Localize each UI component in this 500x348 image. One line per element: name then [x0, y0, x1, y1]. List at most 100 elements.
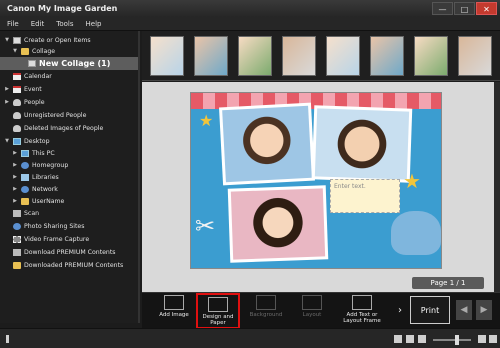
zoom-in-icon[interactable] [478, 335, 486, 343]
vertical-scrollbar[interactable] [494, 82, 500, 292]
pc-icon [21, 150, 29, 157]
sidebar-item-this-pc[interactable]: ▶ This PC [12, 148, 55, 159]
sidebar-item-label: Calendar [24, 73, 52, 80]
list-view-icon[interactable] [394, 335, 402, 343]
sidebar-item-event[interactable]: ▶ Event [4, 84, 42, 95]
homegroup-icon [21, 162, 29, 169]
expand-arrow-icon[interactable]: ▶ [12, 148, 18, 159]
menu-tools[interactable]: Tools [56, 17, 73, 30]
sidebar-item-label: Homegroup [32, 162, 69, 169]
sidebar-item-download-premium-contents[interactable]: Download PREMIUM Contents [4, 247, 116, 258]
add-text-or-layout-frame-button[interactable]: Add Text or Layout Frame [338, 293, 386, 329]
sidebar-item-new-collage[interactable]: New Collage (1) [0, 57, 138, 70]
add-text-label: Add Text or Layout Frame [343, 312, 381, 324]
thumbnail-image[interactable] [370, 36, 404, 76]
expand-arrow-icon[interactable]: ▼ [12, 46, 18, 57]
background-icon [256, 295, 276, 310]
thumbnail-image[interactable] [458, 36, 492, 76]
design-and-paper-button[interactable]: Design and Paper [196, 293, 240, 329]
thumbnail-image[interactable] [282, 36, 316, 76]
menu-help[interactable]: Help [86, 17, 102, 30]
sidebar-item-unregistered-people[interactable]: Unregistered People [4, 110, 86, 121]
collage-canvas[interactable]: ★ Enter text. ★ ✂ [190, 92, 442, 269]
window-controls: — □ ✕ [432, 2, 497, 15]
sidebar-item-photo-sharing-sites[interactable]: Photo Sharing Sites [4, 221, 84, 232]
folder-icon [13, 262, 21, 269]
thumbnail-strip [142, 31, 500, 81]
desktop-icon [13, 138, 21, 145]
sidebar-item-desktop[interactable]: ▼ Desktop [4, 136, 50, 147]
layout-button[interactable]: Layout [292, 293, 332, 329]
fit-view-icon[interactable] [489, 335, 497, 343]
thumbnail-image[interactable] [326, 36, 360, 76]
add-image-button[interactable]: Add Image [154, 293, 194, 329]
next-page-arrow-icon[interactable]: ▶ [476, 300, 492, 320]
add-text-icon [352, 295, 372, 310]
photo-frame-1[interactable] [219, 102, 315, 186]
sidebar-item-deleted-images-of-people[interactable]: Deleted Images of People [4, 123, 103, 134]
globe-icon [13, 223, 21, 230]
photo-frame-3[interactable] [227, 185, 329, 263]
scissors-decoration: ✂ [195, 212, 216, 240]
page-icon [13, 37, 21, 44]
menu-dots-icon[interactable] [6, 335, 9, 343]
design-and-paper-icon [208, 297, 228, 312]
sidebar-item-homegroup[interactable]: ▶ Homegroup [12, 160, 68, 171]
person-icon [13, 112, 21, 119]
expand-arrow-icon[interactable]: ▶ [4, 84, 10, 95]
photo-frame-2[interactable] [311, 105, 413, 183]
previous-page-arrow-icon[interactable]: ◀ [456, 300, 472, 320]
window-title: Canon My Image Garden [0, 0, 500, 17]
zoom-out-icon[interactable] [418, 335, 426, 343]
sidebar: ▼ Create or Open Items ▼ Collage New Col… [0, 31, 140, 323]
close-button[interactable]: ✕ [476, 2, 497, 15]
sidebar-item-scan[interactable]: Scan [4, 208, 39, 219]
thumbnail-image[interactable] [194, 36, 228, 76]
background-button[interactable]: Background [244, 293, 288, 329]
sidebar-item-libraries[interactable]: ▶ Libraries [12, 172, 59, 183]
sidebar-item-label: Collage [32, 48, 56, 55]
scan-icon [13, 210, 21, 217]
page-icon [28, 60, 36, 67]
zoom-slider[interactable] [433, 339, 471, 341]
sidebar-item-label: Photo Sharing Sites [24, 223, 85, 230]
star-decoration: ★ [199, 111, 214, 130]
thumbnail-image[interactable] [414, 36, 448, 76]
thumbnail-image[interactable] [150, 36, 184, 76]
library-icon [21, 174, 29, 181]
sidebar-item-create-or-open-items[interactable]: ▼ Create or Open Items [4, 35, 91, 46]
expand-arrow-icon[interactable]: ▶ [12, 196, 18, 207]
design-and-paper-label: Design and Paper [202, 314, 234, 326]
sidebar-item-network[interactable]: ▶ Network [12, 184, 58, 195]
event-icon [13, 86, 21, 93]
sidebar-item-label: Libraries [32, 174, 59, 181]
expand-arrow-icon[interactable]: ▼ [4, 136, 10, 147]
print-button[interactable]: Print [410, 296, 450, 324]
sidebar-item-calendar[interactable]: Calendar [4, 71, 52, 82]
expand-arrow-icon[interactable]: ▼ [4, 35, 10, 46]
sidebar-item-video-frame-capture[interactable]: Video Frame Capture [4, 234, 89, 245]
maximize-button[interactable]: □ [454, 2, 475, 15]
sidebar-item-label: Desktop [24, 138, 50, 145]
sidebar-item-label: Deleted Images of People [24, 125, 104, 132]
zoom-slider-knob[interactable] [455, 335, 459, 345]
toolbar-next-arrow-icon[interactable]: › [394, 293, 406, 329]
sidebar-item-collage[interactable]: ▼ Collage [12, 46, 55, 57]
expand-arrow-icon[interactable]: ▶ [12, 184, 18, 195]
text-box[interactable]: Enter text. [330, 179, 400, 213]
download-icon [13, 249, 21, 256]
menu-file[interactable]: File [7, 17, 19, 30]
sidebar-item-label: Scan [24, 210, 40, 217]
folder-icon [21, 198, 29, 205]
expand-arrow-icon[interactable]: ▶ [12, 172, 18, 183]
sidebar-item-username[interactable]: ▶ UserName [12, 196, 64, 207]
sidebar-item-label: Create or Open Items [24, 37, 91, 44]
menu-edit[interactable]: Edit [31, 17, 45, 30]
grid-view-icon[interactable] [406, 335, 414, 343]
sidebar-item-downloaded-premium-contents[interactable]: Downloaded PREMIUM Contents [4, 260, 123, 271]
expand-arrow-icon[interactable]: ▶ [4, 97, 10, 108]
sidebar-item-people[interactable]: ▶ People [4, 97, 45, 108]
minimize-button[interactable]: — [432, 2, 453, 15]
expand-arrow-icon[interactable]: ▶ [12, 160, 18, 171]
thumbnail-image[interactable] [238, 36, 272, 76]
